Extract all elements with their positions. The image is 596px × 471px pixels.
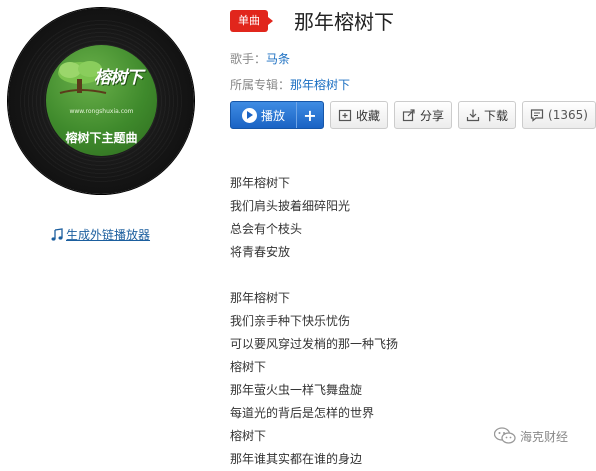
lyric-line: 我们亲手种下快乐忧伤 <box>230 314 351 328</box>
player-link-label[interactable]: 生成外链播放器 <box>66 226 150 243</box>
lyric-line: 我们肩头披着细碎阳光 <box>230 199 351 213</box>
comment-icon <box>530 109 544 122</box>
favorite-label: 收藏 <box>355 108 380 123</box>
share-label: 分享 <box>419 108 444 123</box>
add-to-playlist-button[interactable]: + <box>296 102 323 128</box>
vinyl-disc: 榕树下 www.rongshuxia.com 榕树下主题曲 <box>8 8 194 194</box>
wechat-icon <box>494 427 516 444</box>
album-row: 所属专辑：那年榕树下 <box>230 76 350 93</box>
lyric-stanza-break <box>230 264 398 287</box>
cover-caption: 榕树下主题曲 <box>65 131 138 145</box>
download-icon <box>466 109 480 122</box>
comments-button[interactable]: (1365) <box>522 101 596 129</box>
album-label: 所属专辑： <box>230 78 291 92</box>
singer-label: 歌手： <box>230 52 267 66</box>
singer-row: 歌手：马条 <box>230 50 290 67</box>
share-button[interactable]: 分享 <box>394 101 452 129</box>
lyric-line: 每道光的背后是怎样的世界 <box>230 406 375 420</box>
play-button-group: 播放 + <box>230 101 324 129</box>
album-cover: 榕树下 www.rongshuxia.com 榕树下主题曲 <box>46 45 157 156</box>
lyric-line: 那年榕树下 <box>230 291 291 305</box>
album-link[interactable]: 那年榕树下 <box>290 78 350 92</box>
lyric-line: 可以要风穿过发梢的那一种飞扬 <box>230 337 399 351</box>
watermark-text: 海克财经 <box>520 429 569 444</box>
lyric-line: 那年谁其实都在谁的身边 <box>230 452 363 466</box>
lyric-line: 榕树下 <box>230 360 267 374</box>
play-icon <box>241 107 257 123</box>
lyric-line: 将青春安放 <box>230 245 291 259</box>
download-button[interactable]: 下载 <box>458 101 516 129</box>
share-icon <box>402 109 415 122</box>
song-title: 那年榕树下 <box>294 10 394 34</box>
music-note-icon <box>51 227 63 241</box>
lyric-line: 榕树下 <box>230 429 267 443</box>
lyric-line: 总会有个枝头 <box>230 222 303 236</box>
single-badge: 单曲 <box>230 10 273 32</box>
favorite-button[interactable]: 收藏 <box>330 101 388 129</box>
play-label: 播放 <box>260 108 285 123</box>
add-folder-icon <box>338 109 352 122</box>
comment-count: (1365) <box>548 108 588 122</box>
lyric-line: 那年榕树下 <box>230 176 291 190</box>
play-button[interactable]: 播放 <box>231 102 296 128</box>
download-label: 下载 <box>483 108 508 123</box>
lyrics-block: 那年榕树下 我们肩头披着细碎阳光 总会有个枝头 将青春安放 那年榕树下 我们亲手… <box>230 172 398 471</box>
lyric-line: 那年萤火虫一样飞舞盘旋 <box>230 383 363 397</box>
site-url: www.rongshuxia.com <box>69 108 134 115</box>
singer-link[interactable]: 马条 <box>266 52 290 66</box>
generate-player-link[interactable]: 生成外链播放器 <box>50 226 150 243</box>
logo-text: 榕树下 <box>94 68 143 88</box>
watermark: 海克财经 <box>494 427 568 445</box>
